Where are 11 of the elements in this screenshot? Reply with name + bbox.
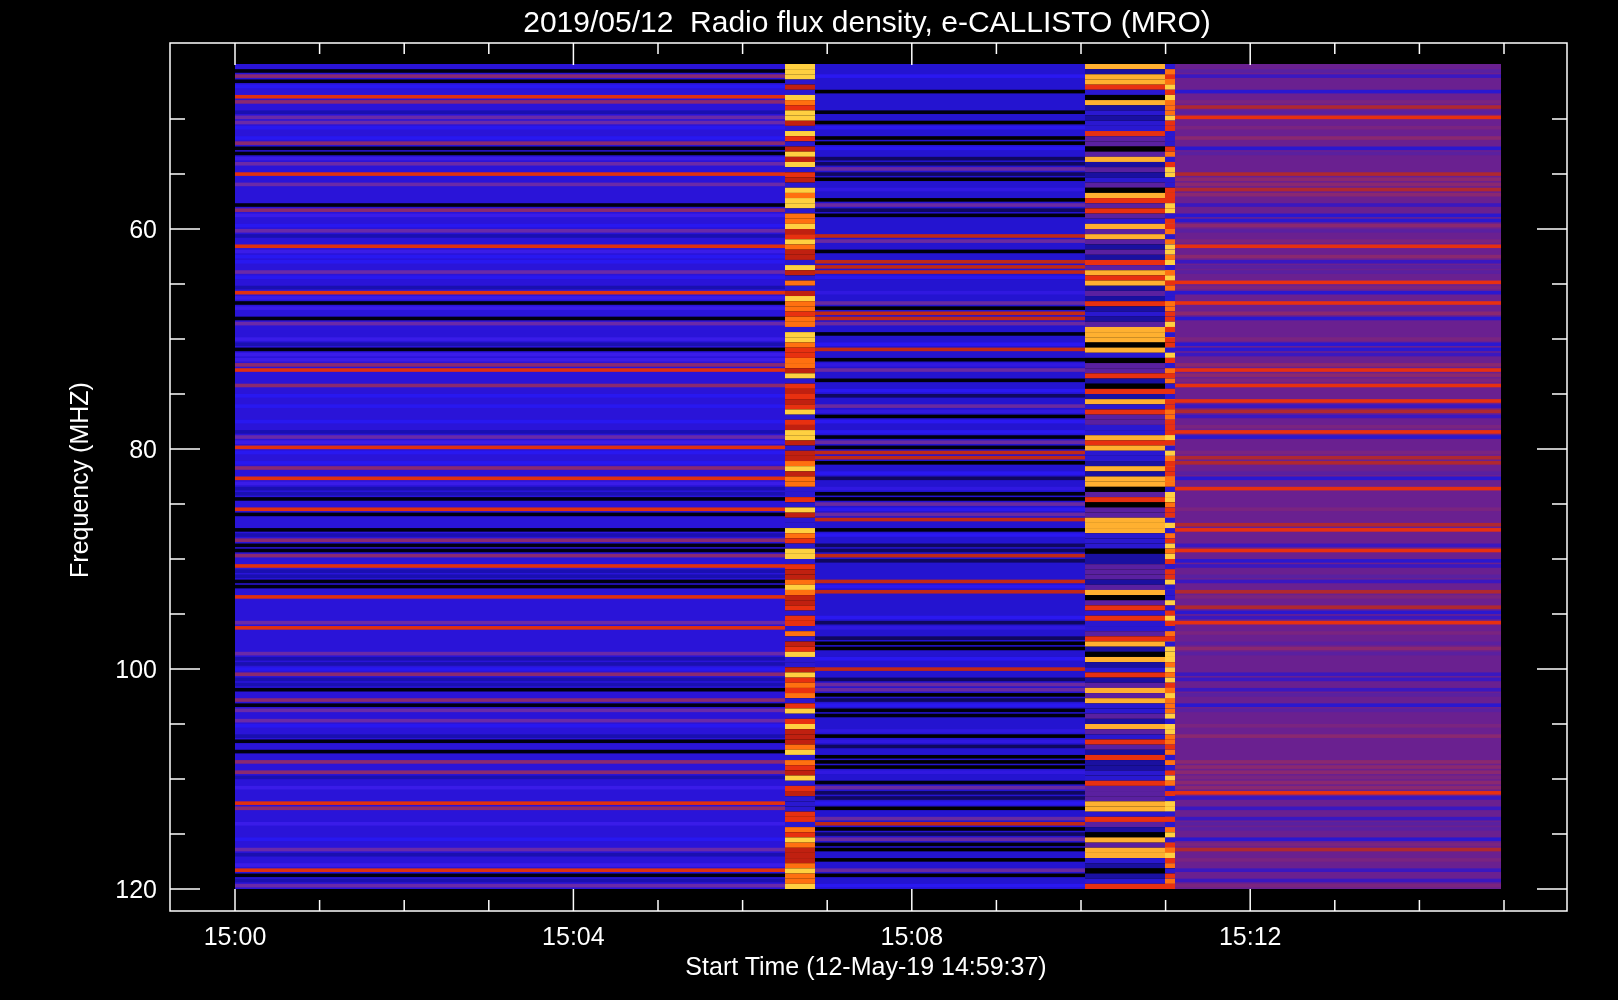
tick-label: 15:12 — [1218, 922, 1282, 950]
tick-label: 100 — [115, 655, 157, 683]
axis-label: Frequency (MHZ) — [65, 382, 93, 578]
tick-label: 15:04 — [542, 922, 605, 950]
tick-label: 60 — [129, 215, 157, 243]
chart-title: 2019/05/12 Radio flux density, e-CALLISTO (MRO) — [523, 5, 1211, 38]
tick-label: 120 — [115, 875, 157, 903]
tick-label: 15:00 — [203, 922, 267, 950]
tick-label: 80 — [129, 435, 157, 463]
axis-label: Start Time (12-May-19 14:59:37) — [685, 952, 1047, 980]
tick-label: 15:08 — [880, 922, 944, 950]
